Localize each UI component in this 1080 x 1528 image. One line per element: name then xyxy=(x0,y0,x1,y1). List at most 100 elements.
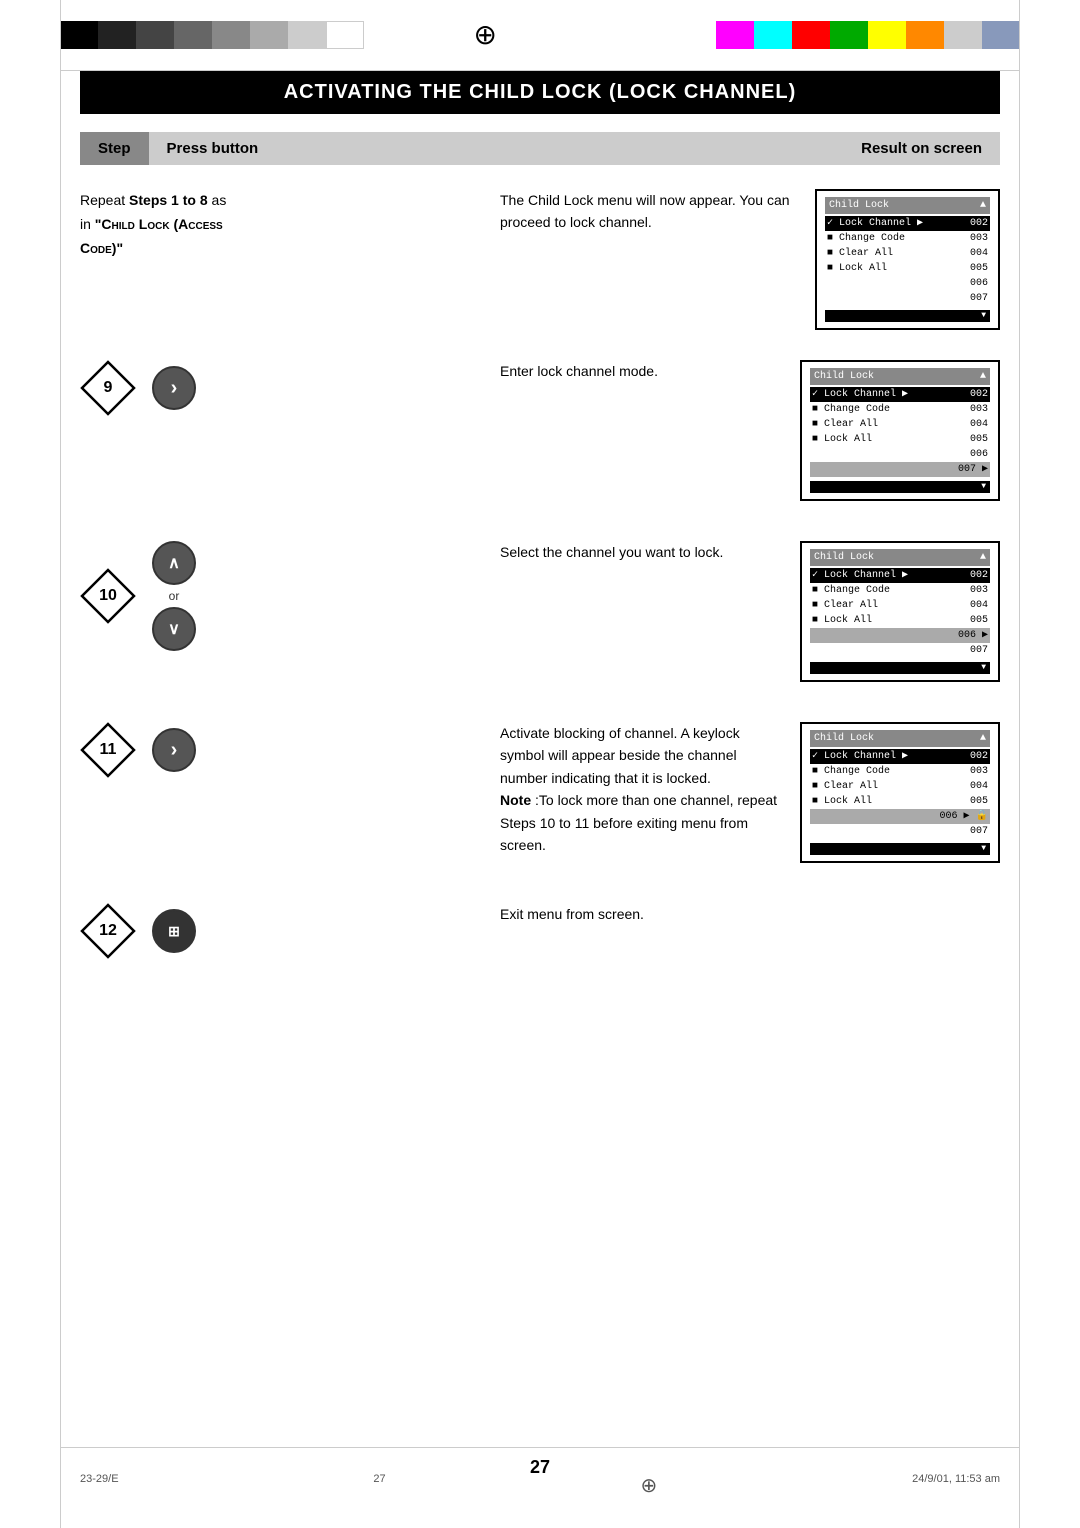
step-9-row-007: 007 ▶ xyxy=(810,462,990,477)
step-9-row-006: 006 xyxy=(810,447,990,462)
step-9-left: 9 › xyxy=(80,360,500,416)
left-border-line xyxy=(60,0,61,1528)
step-10-row-007: 007 xyxy=(810,643,990,658)
step-10-diamond: 10 xyxy=(80,568,136,624)
crosshair-top: ⊕ xyxy=(474,18,497,51)
step-11-row: 11 › Activate blocking of channel. A key… xyxy=(80,722,1000,863)
color-bars: ⊕ xyxy=(0,0,1080,51)
menu-row-006: 006 xyxy=(825,276,990,291)
footer-info: 23-29/E 27 ⊕ 24/9/01, 11:53 am xyxy=(80,1473,1000,1498)
swatch-red xyxy=(792,21,830,49)
swatch-magenta xyxy=(716,21,754,49)
step-10-bottom: ▼ xyxy=(810,662,990,674)
step-10-up-button[interactable]: ∧ xyxy=(152,541,196,585)
step-12-diamond: 12 xyxy=(80,903,136,959)
main-content: Activating the Child Lock (Lock Channel)… xyxy=(0,71,1080,959)
bottom-border-line xyxy=(60,1447,1020,1448)
step-10-row-lockall: ■ Lock All005 xyxy=(810,613,990,628)
intro-description: The Child Lock menu will now appear. You… xyxy=(500,189,815,234)
menu-row-lock-all: ■ Lock All005 xyxy=(825,261,990,276)
intro-left-text: Repeat Steps 1 to 8 as in "Child Lock (A… xyxy=(80,189,500,260)
step-10-menu-title: Child Lock▲ xyxy=(810,549,990,566)
page-title: Activating the Child Lock (Lock Channel) xyxy=(80,71,1000,114)
step-10-tv: Child Lock▲ ✓ Lock Channel ▶002 ■ Change… xyxy=(800,541,1000,682)
intro-step: Repeat Steps 1 to 8 as in "Child Lock (A… xyxy=(80,189,1000,330)
menu-row-clear-all: ■ Clear All004 xyxy=(825,246,990,261)
step-10-left: 10 ∧ or ∨ xyxy=(80,541,500,651)
right-color-bar xyxy=(716,21,1020,49)
right-border-line xyxy=(1019,0,1020,1528)
step-11-left: 11 › xyxy=(80,722,500,778)
step-11-row-006: 006 ▶ 🔒 xyxy=(810,809,990,824)
step-9-button[interactable]: › xyxy=(152,366,196,410)
swatch-blue xyxy=(982,21,1020,49)
footer-crosshair: ⊕ xyxy=(641,1473,658,1498)
step-9-diamond: 9 xyxy=(80,360,136,416)
step-11-description: Activate blocking of channel. A keylock … xyxy=(500,722,800,856)
step-9-bottom: ▼ xyxy=(810,481,990,493)
step-10-num-area: 10 ∧ or ∨ xyxy=(80,541,500,651)
step-9-menu-title: Child Lock▲ xyxy=(810,368,990,385)
swatch-yellow xyxy=(868,21,906,49)
step-10-row-lock: ✓ Lock Channel ▶002 xyxy=(810,568,990,583)
step-10-down-button[interactable]: ∨ xyxy=(152,607,196,651)
step-11-note-label: Note xyxy=(500,792,531,808)
step-10-row-clear: ■ Clear All004 xyxy=(810,598,990,613)
menu-title-intro: Child Lock▲ xyxy=(825,197,990,214)
step-10-row-006: 006 ▶ xyxy=(810,628,990,643)
step-10-row: 10 ∧ or ∨ Select the channel you want to… xyxy=(80,541,1000,682)
step-11-screen: Child Lock▲ ✓ Lock Channel ▶002 ■ Change… xyxy=(800,722,1000,863)
step-11-row-lockall: ■ Lock All005 xyxy=(810,794,990,809)
step-12-left: 12 ⊞ xyxy=(80,903,500,959)
swatch-gray1 xyxy=(212,21,250,49)
step-9-row-clear: ■ Clear All004 xyxy=(810,417,990,432)
swatch-dark2 xyxy=(136,21,174,49)
swatch-black xyxy=(60,21,98,49)
step-11-num-area: 11 › xyxy=(80,722,500,778)
step-9-row-lock: ✓ Lock Channel ▶002 xyxy=(810,387,990,402)
swatch-dark3 xyxy=(174,21,212,49)
step-11-row-lock: ✓ Lock Channel ▶002 xyxy=(810,749,990,764)
step-11-tv: Child Lock▲ ✓ Lock Channel ▶002 ■ Change… xyxy=(800,722,1000,863)
step-11-row-007: 007 xyxy=(810,824,990,839)
header-row: Step Press button Result on screen xyxy=(80,132,1000,165)
step-12-description: Exit menu from screen. xyxy=(500,903,800,925)
swatch-lightgray xyxy=(944,21,982,49)
step-9-row-lockall: ■ Lock All005 xyxy=(810,432,990,447)
swatch-cyan xyxy=(754,21,792,49)
swatch-dark1 xyxy=(98,21,136,49)
step-11-diamond: 11 xyxy=(80,722,136,778)
footer-center-num: 27 xyxy=(373,1473,385,1498)
step-11-row-change: ■ Change Code003 xyxy=(810,764,990,779)
menu-row-change-code: ■ Change Code003 xyxy=(825,231,990,246)
footer-left: 23-29/E xyxy=(80,1473,119,1498)
intro-bold1: Steps 1 to 8 xyxy=(129,192,208,208)
step-12-num-area: 12 ⊞ xyxy=(80,903,500,959)
swatch-orange xyxy=(906,21,944,49)
step-10-row-change: ■ Change Code003 xyxy=(810,583,990,598)
step-9-row: 9 › Enter lock channel mode. Child Lock▲… xyxy=(80,360,1000,501)
menu-bottom-intro: ▼ xyxy=(825,310,990,322)
menu-row-lock-channel: ✓ Lock Channel ▶002 xyxy=(825,216,990,231)
step-9-num-area: 9 › xyxy=(80,360,500,416)
step-10-screen: Child Lock▲ ✓ Lock Channel ▶002 ■ Change… xyxy=(800,541,1000,682)
intro-bold2: "Child Lock (AccessCode)" xyxy=(80,216,223,256)
step-9-row-change: ■ Change Code003 xyxy=(810,402,990,417)
step-10-buttons: ∧ or ∨ xyxy=(152,541,196,651)
step-11-button[interactable]: › xyxy=(152,728,196,772)
step-10-description: Select the channel you want to lock. xyxy=(500,541,800,563)
footer-right: 24/9/01, 11:53 am xyxy=(912,1473,1000,1498)
step-12-row: 12 ⊞ Exit menu from screen. xyxy=(80,903,1000,959)
step-10-or-label: or xyxy=(169,589,180,603)
step-12-button[interactable]: ⊞ xyxy=(152,909,196,953)
top-border-line xyxy=(60,70,1020,71)
header-result-on-screen: Result on screen xyxy=(843,132,1000,165)
step-11-row-clear: ■ Clear All004 xyxy=(810,779,990,794)
swatch-gray3 xyxy=(288,21,326,49)
step-9-tv: Child Lock▲ ✓ Lock Channel ▶002 ■ Change… xyxy=(800,360,1000,501)
step-9-screen: Child Lock▲ ✓ Lock Channel ▶002 ■ Change… xyxy=(800,360,1000,501)
step-11-bottom: ▼ xyxy=(810,843,990,855)
menu-row-007: 007 xyxy=(825,291,990,306)
swatch-white xyxy=(326,21,364,49)
header-step: Step xyxy=(80,132,149,165)
